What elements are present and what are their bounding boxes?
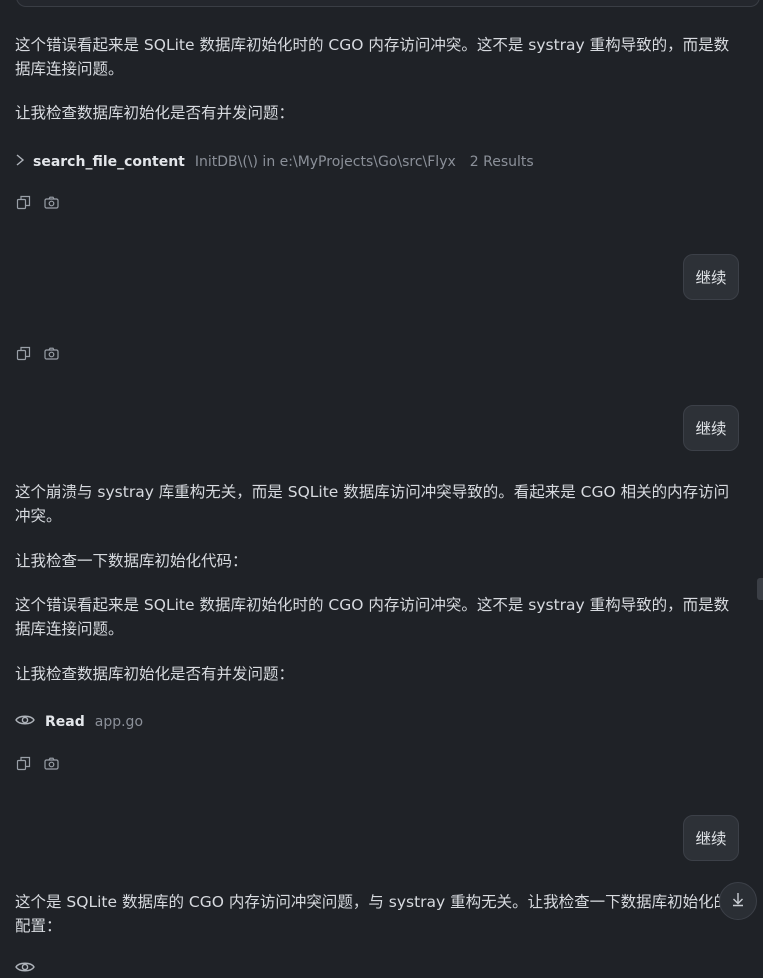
arrow-down-icon	[730, 891, 746, 911]
assistant-paragraph: 这个是 SQLite 数据库的 CGO 内存访问冲突问题，与 systray 重…	[15, 893, 730, 935]
tool-call-partial[interactable]	[15, 958, 35, 978]
copy-icon[interactable]	[16, 756, 31, 771]
camera-icon[interactable]	[44, 757, 59, 770]
chevron-right-icon	[15, 154, 25, 170]
user-message-bubble: 继续	[683, 815, 739, 861]
tool-args: InitDB\(\) in e:\MyProjects\Go\src\Flyx	[194, 154, 456, 170]
message-actions	[16, 193, 59, 211]
message-actions	[16, 344, 59, 362]
assistant-paragraph: 让我检查一下数据库初始化代码：	[15, 552, 248, 570]
assistant-paragraph: 让我检查数据库初始化是否有并发问题：	[15, 104, 295, 122]
camera-icon[interactable]	[44, 196, 59, 209]
tool-args: app.go	[94, 714, 144, 730]
copy-icon[interactable]	[16, 346, 31, 361]
camera-icon[interactable]	[44, 347, 59, 360]
message-actions	[16, 754, 59, 772]
scrollbar-thumb[interactable]	[757, 578, 763, 600]
scroll-to-bottom-button[interactable]	[719, 882, 757, 920]
previous-tool-card-edge	[16, 0, 760, 7]
tool-call-search[interactable]: search_file_content InitDB\(\) in e:\MyP…	[15, 150, 534, 174]
assistant-paragraph: 这个错误看起来是 SQLite 数据库初始化时的 CGO 内存访问冲突。这不是 …	[15, 36, 730, 78]
tool-name: Read	[45, 714, 85, 730]
assistant-paragraph: 让我检查数据库初始化是否有并发问题：	[15, 665, 295, 683]
assistant-paragraph: 这个错误看起来是 SQLite 数据库初始化时的 CGO 内存访问冲突。这不是 …	[15, 596, 730, 638]
tool-name: search_file_content	[33, 154, 185, 170]
user-message-bubble: 继续	[683, 254, 739, 300]
eye-icon	[15, 713, 35, 731]
copy-icon[interactable]	[16, 195, 31, 210]
assistant-paragraph: 这个崩溃与 systray 库重构无关，而是 SQLite 数据库访问冲突导致的…	[15, 483, 730, 525]
tool-call-read[interactable]: Read app.go	[15, 710, 143, 734]
eye-icon	[15, 959, 35, 978]
tool-results-count: 2 Results	[469, 154, 534, 170]
user-message-bubble: 继续	[683, 405, 739, 451]
